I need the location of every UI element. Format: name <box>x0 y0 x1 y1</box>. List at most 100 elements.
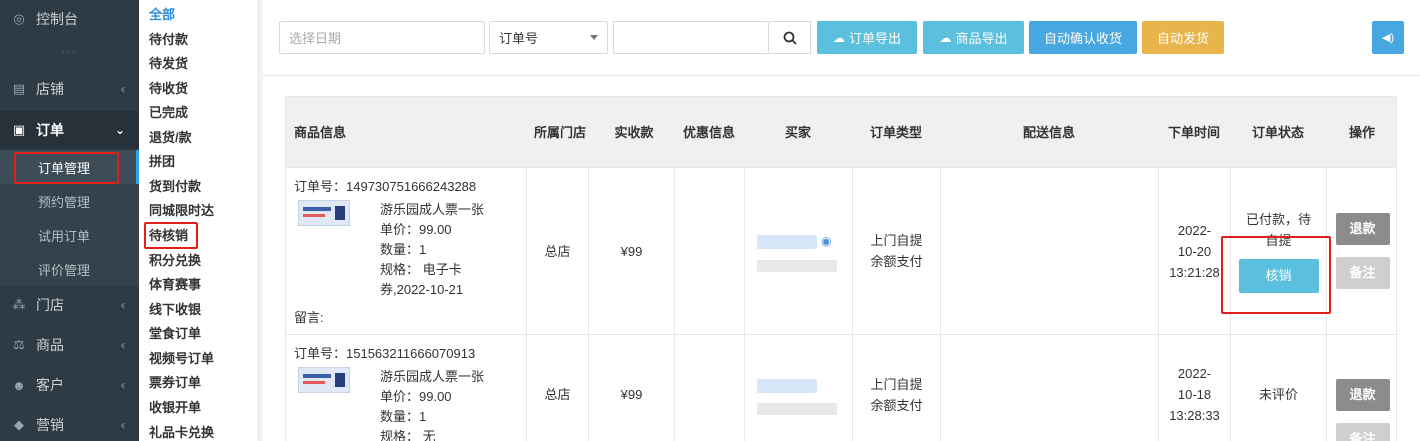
goods-icon: ⚖ <box>13 337 25 352</box>
volume-icon: ◀) <box>1381 32 1395 44</box>
marketing-icon: ◆ <box>14 417 24 432</box>
search-field-select[interactable]: 订单号 <box>489 21 608 54</box>
sidebar-sub-reservation[interactable]: 预约管理 <box>0 184 139 218</box>
chevron-left-icon: ‹ <box>121 338 125 352</box>
status-sports[interactable]: 体育赛事 <box>149 273 201 297</box>
col-type: 订单类型 <box>869 125 922 140</box>
status-dine-in[interactable]: 堂食订单 <box>149 322 201 346</box>
table-header: 商品信息 所属门店 实收款 优惠信息 买家 订单类型 配送信息 下单时间 订单状… <box>285 96 1397 168</box>
product-thumbnail[interactable] <box>298 200 350 226</box>
sound-toggle-button[interactable]: ◀) <box>1372 21 1404 54</box>
status-to-receive[interactable]: 待收货 <box>149 77 188 101</box>
cell-status: 未评价 <box>1230 335 1326 441</box>
chevron-left-icon: ‹ <box>121 418 125 432</box>
time-year: 2022- <box>1177 366 1212 381</box>
sidebar-item-label: 店铺 <box>36 81 64 97</box>
col-time: 下单时间 <box>1167 125 1220 140</box>
sidebar-item-label: 客户 <box>36 377 64 393</box>
time-clock: 13:21:28 <box>1169 264 1220 280</box>
sidebar-item-goods[interactable]: ⚖ 商品 ‹ <box>0 326 139 364</box>
eye-icon[interactable]: ◉ <box>821 234 831 248</box>
product-info: 游乐园成人票一张 单价：99.00 数量：1 规格： 无 <box>380 367 484 441</box>
product-thumbnail[interactable] <box>298 367 350 393</box>
status-gift-card[interactable]: 礼品卡兑换 <box>149 421 214 441</box>
note-button[interactable]: 备注 <box>1335 257 1390 289</box>
status-unpaid[interactable]: 待付款 <box>149 28 188 52</box>
buyer-phone-blurred <box>757 260 837 272</box>
product-name[interactable]: 游乐园成人票一张 <box>380 200 484 220</box>
cell-discount <box>674 335 744 441</box>
auto-ship-button[interactable]: 自动发货 <box>1142 21 1224 54</box>
status-video-channel[interactable]: 视频号订单 <box>149 347 214 371</box>
status-refund[interactable]: 退货/款 <box>149 126 192 150</box>
sidebar-item-label: 商品 <box>36 337 64 353</box>
highlight-box <box>144 222 198 249</box>
product-price: 单价：99.00 <box>380 389 452 404</box>
keyword-input[interactable] <box>613 21 769 54</box>
refund-button[interactable]: 退款 <box>1335 213 1390 245</box>
col-discount: 优惠信息 <box>682 125 735 140</box>
status-all[interactable]: 全部 <box>149 3 175 27</box>
export-orders-button[interactable]: ☁ 订单导出 <box>817 21 917 54</box>
order-memo: 留言: <box>294 310 324 325</box>
sidebar-item-stores[interactable]: ⁂ 门店 ‹ <box>0 286 139 324</box>
sidebar-item-dashboard[interactable]: ◎ 控制台 <box>0 0 139 38</box>
product-price: 单价：99.00 <box>380 222 452 237</box>
cell-discount <box>674 168 744 334</box>
chevron-left-icon: ‹ <box>121 378 125 392</box>
status-cashier-billing[interactable]: 收银开单 <box>149 396 201 420</box>
status-to-ship[interactable]: 待发货 <box>149 52 188 76</box>
search-button[interactable] <box>769 21 811 54</box>
status-tickets[interactable]: 票券订单 <box>149 371 201 395</box>
search-icon <box>783 31 797 45</box>
cell-store: 总店 <box>526 168 588 334</box>
status-cod[interactable]: 货到付款 <box>149 175 201 199</box>
sidebar-collapse-dots[interactable]: ... <box>0 44 139 56</box>
select-value: 订单号 <box>499 31 539 46</box>
auto-confirm-button[interactable]: 自动确认收货 <box>1029 21 1137 54</box>
note-button[interactable]: 备注 <box>1335 423 1390 441</box>
export-goods-button[interactable]: ☁ 商品导出 <box>923 21 1024 54</box>
product-name[interactable]: 游乐园成人票一张 <box>380 367 484 387</box>
buyer-phone-blurred <box>757 403 837 415</box>
order-icon: ▣ <box>12 122 26 137</box>
col-paid: 实收款 <box>614 125 654 140</box>
sidebar-item-customers[interactable]: ☻ 客户 ‹ <box>0 366 139 404</box>
button-label: 订单导出 <box>848 31 901 46</box>
sidebar-item-label: 订单 <box>36 122 64 138</box>
status-group-buy[interactable]: 拼团 <box>149 150 175 174</box>
status-offline-cashier[interactable]: 线下收银 <box>149 298 201 322</box>
cell-store: 总店 <box>526 335 588 441</box>
highlight-box <box>14 152 119 184</box>
main-content: 选择日期 订单号 ☁ 订单导出 ☁ 商品导出 自动确认收货 自动发货 ◀) 商品… <box>263 0 1420 441</box>
chevron-left-icon: ‹ <box>121 298 125 312</box>
order-number: 订单号：151563211666070913 <box>294 346 476 361</box>
cell-buyer: ◉ <box>744 168 852 334</box>
col-store: 所属门店 <box>533 125 586 140</box>
caret-down-icon <box>590 35 598 40</box>
product-qty: 数量：1 <box>380 242 427 257</box>
sidebar-item-orders[interactable]: ▣ 订单 ⌄ <box>0 111 139 149</box>
status-points[interactable]: 积分兑换 <box>149 249 201 273</box>
buyer-name-blurred[interactable] <box>757 378 817 393</box>
sidebar-item-marketing[interactable]: ◆ 营销 ‹ <box>0 406 139 441</box>
store-icon: ⁂ <box>12 297 26 312</box>
cell-delivery <box>940 335 1158 441</box>
sidebar-sub-reviews[interactable]: 评价管理 <box>0 252 139 286</box>
product-spec: 规格： 电子卡 <box>380 262 462 277</box>
product-spec: 规格： 无 <box>380 429 436 441</box>
status-same-city[interactable]: 同城限时达 <box>149 199 214 223</box>
status-completed[interactable]: 已完成 <box>149 101 188 125</box>
sidebar-item-shop[interactable]: ▤ 店铺 ‹ <box>0 70 139 108</box>
cell-paid: ¥99 <box>588 168 674 334</box>
cell-op: 退款 备注 <box>1326 335 1398 441</box>
date-picker-input[interactable]: 选择日期 <box>279 21 485 54</box>
cloud-download-icon: ☁ <box>832 30 845 45</box>
sidebar-sub-trial-orders[interactable]: 试用订单 <box>0 218 139 252</box>
cell-paid: ¥99 <box>588 335 674 441</box>
sidebar-item-label: 门店 <box>36 297 64 313</box>
refund-button[interactable]: 退款 <box>1335 379 1390 411</box>
cell-time: 2022- 10-18 13:28:33 <box>1158 335 1230 441</box>
shop-icon: ▤ <box>12 81 26 96</box>
buyer-name-blurred[interactable] <box>757 234 817 249</box>
